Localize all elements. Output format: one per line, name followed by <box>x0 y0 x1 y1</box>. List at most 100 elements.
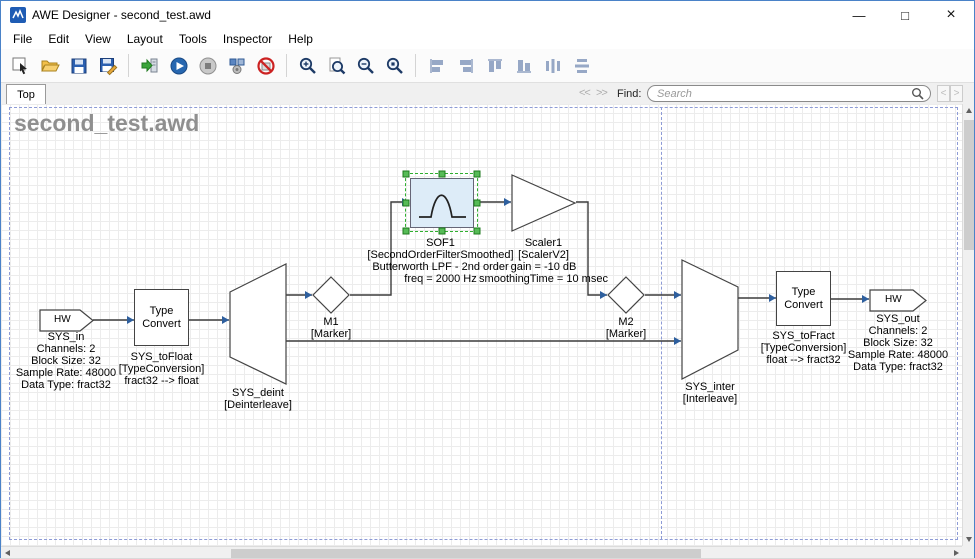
align-top-button[interactable] <box>480 52 509 80</box>
block-m1[interactable] <box>312 276 350 314</box>
horizontal-scroll-thumb[interactable] <box>231 549 701 558</box>
new-design-button[interactable] <box>6 52 35 80</box>
zoom-page-button[interactable] <box>322 52 351 80</box>
selection-handle[interactable] <box>403 171 410 178</box>
menu-edit[interactable]: Edit <box>40 30 77 48</box>
block-label-sys-deint: SYS_deint [Deinterleave] <box>208 387 308 411</box>
align-left-button[interactable] <box>422 52 451 80</box>
search-input[interactable] <box>657 88 911 100</box>
menu-file[interactable]: File <box>5 30 40 48</box>
block-sys-tofract[interactable]: Type Convert <box>776 271 831 326</box>
block-sys-inter[interactable] <box>681 259 739 380</box>
distribute-vertical-icon <box>572 56 592 76</box>
scrollbar-corner <box>962 546 974 558</box>
selection-handle[interactable] <box>474 171 481 178</box>
search-icon[interactable] <box>911 87 925 101</box>
nav-back-button[interactable]: << <box>579 87 590 99</box>
block-label-m2: M2 [Marker] <box>586 316 666 340</box>
block-label-sys-tofract: SYS_toFract [TypeConversion] float --> f… <box>753 330 854 366</box>
nav-forward-button[interactable]: >> <box>596 87 607 99</box>
window-controls: — □ × <box>836 1 974 29</box>
align-right-button[interactable] <box>451 52 480 80</box>
menu-help[interactable]: Help <box>280 30 321 48</box>
title-bar: AWE Designer - second_test.awd — □ × <box>1 1 974 29</box>
block-sof1[interactable] <box>410 178 474 228</box>
block-sys-tofloat[interactable]: Type Convert <box>134 289 189 346</box>
menu-tools[interactable]: Tools <box>171 30 215 48</box>
save-as-icon <box>98 56 118 76</box>
vertical-scrollbar[interactable] <box>962 104 974 546</box>
stop-button[interactable] <box>193 52 222 80</box>
selection-handle[interactable] <box>474 228 481 235</box>
toolbar-separator <box>415 54 416 77</box>
block-m2[interactable] <box>607 276 645 314</box>
block-sys-out-port-label: HW <box>885 294 902 305</box>
window-title: AWE Designer - second_test.awd <box>32 8 211 22</box>
up-arrow-icon <box>966 108 972 113</box>
toolbar-separator <box>286 54 287 77</box>
selection-handle[interactable] <box>438 171 445 178</box>
zoom-in-icon <box>298 56 318 76</box>
save-button[interactable] <box>64 52 93 80</box>
block-label-sys-tofloat: SYS_toFloat [TypeConversion] fract32 -->… <box>106 351 217 387</box>
scroll-left-button[interactable] <box>1 547 14 559</box>
vertical-scroll-thumb[interactable] <box>964 120 974 250</box>
align-top-icon <box>485 56 505 76</box>
left-arrow-icon <box>5 550 10 556</box>
distribute-horizontal-icon <box>543 56 563 76</box>
search-box <box>647 85 931 102</box>
open-button[interactable] <box>35 52 64 80</box>
app-icon <box>10 7 26 23</box>
down-arrow-icon <box>966 537 972 542</box>
selection-handle[interactable] <box>403 228 410 235</box>
close-button[interactable]: × <box>928 1 974 29</box>
menu-view[interactable]: View <box>77 30 119 48</box>
profile-button[interactable] <box>222 52 251 80</box>
maximize-button[interactable]: □ <box>882 1 928 29</box>
menu-layout[interactable]: Layout <box>119 30 171 48</box>
open-folder-icon <box>40 56 60 76</box>
block-label-scaler1: Scaler1 [ScalerV2] gain = -10 dB smoothi… <box>473 237 614 285</box>
connect-server-button[interactable] <box>135 52 164 80</box>
halt-button[interactable] <box>251 52 280 80</box>
block-sys-deint[interactable] <box>229 263 287 385</box>
find-label: Find: <box>617 88 641 100</box>
find-next-button[interactable]: > <box>950 85 963 102</box>
profile-icon <box>227 56 247 76</box>
design-canvas: second_test.awd <box>1 104 963 546</box>
align-bottom-button[interactable] <box>509 52 538 80</box>
selection-handle[interactable] <box>403 199 410 206</box>
find-prev-button[interactable]: < <box>937 85 950 102</box>
block-label-sys-out: SYS_out Channels: 2 Block Size: 32 Sampl… <box>843 313 953 373</box>
zoom-out-button[interactable] <box>351 52 380 80</box>
align-right-icon <box>456 56 476 76</box>
block-label-sys-inter: SYS_inter [Interleave] <box>660 381 760 405</box>
new-design-icon <box>11 56 31 76</box>
horizontal-scrollbar[interactable] <box>1 546 963 558</box>
filter-curve-icon <box>411 179 473 227</box>
block-label-m1: M1 [Marker] <box>291 316 371 340</box>
app-window: AWE Designer - second_test.awd — □ × Fil… <box>0 0 975 558</box>
halt-icon <box>256 56 276 76</box>
save-as-button[interactable] <box>93 52 122 80</box>
distribute-horizontal-button[interactable] <box>538 52 567 80</box>
minimize-button[interactable]: — <box>836 1 882 29</box>
zoom-selection-button[interactable] <box>380 52 409 80</box>
toolbar-separator <box>128 54 129 77</box>
toolbar <box>1 49 974 83</box>
selection-handle[interactable] <box>438 228 445 235</box>
tab-top[interactable]: Top <box>6 84 46 106</box>
zoom-in-button[interactable] <box>293 52 322 80</box>
menu-inspector[interactable]: Inspector <box>215 30 280 48</box>
selection-handle[interactable] <box>474 199 481 206</box>
right-arrow-icon <box>954 550 959 556</box>
tab-bar: Top << >> Find: < > <box>1 83 974 106</box>
scroll-up-button[interactable] <box>963 104 975 117</box>
distribute-vertical-button[interactable] <box>567 52 596 80</box>
block-scaler1[interactable] <box>511 174 577 232</box>
run-button[interactable] <box>164 52 193 80</box>
zoom-selection-icon <box>385 56 405 76</box>
scroll-down-button[interactable] <box>963 533 975 546</box>
align-bottom-icon <box>514 56 534 76</box>
align-left-icon <box>427 56 447 76</box>
